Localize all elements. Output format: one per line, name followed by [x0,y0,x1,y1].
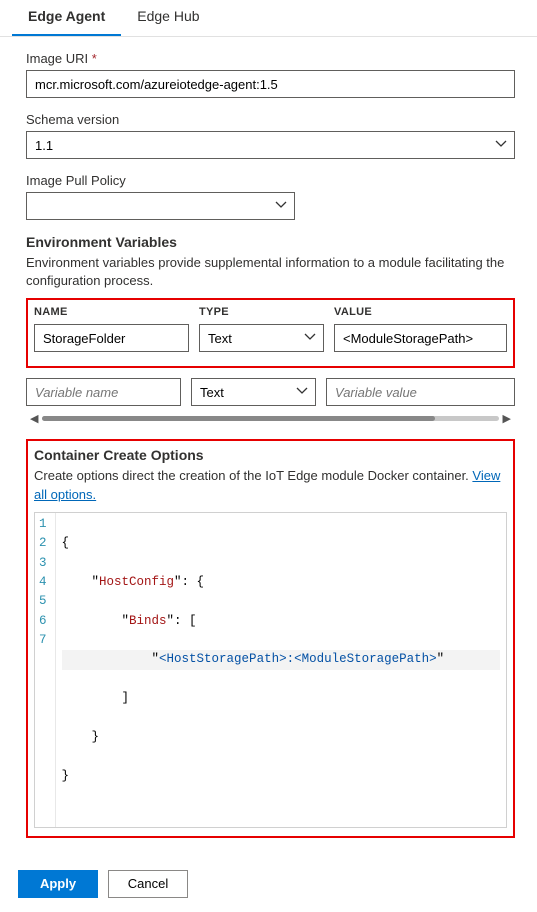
create-options-heading: Container Create Options [34,447,507,463]
env-row-blank [26,378,515,406]
env-name-input[interactable] [34,324,189,352]
schema-version-label: Schema version [26,112,515,127]
cancel-button[interactable]: Cancel [108,870,188,898]
env-vars-heading: Environment Variables [26,234,515,250]
code-body[interactable]: { "HostConfig": { "Binds": [ "<HostStora… [56,513,506,827]
env-name-input-blank[interactable] [26,378,181,406]
tab-bar: Edge Agent Edge Hub [0,0,537,37]
create-options-desc: Create options direct the creation of th… [34,467,507,503]
code-editor[interactable]: 1234567 { "HostConfig": { "Binds": [ "<H… [34,512,507,828]
env-vars-highlight: NAME TYPE VALUE [26,298,515,368]
image-uri-label: Image URI * [26,51,515,66]
footer-buttons: Apply Cancel [0,860,537,912]
create-options-highlight: Container Create Options Create options … [26,439,515,837]
tab-edge-hub[interactable]: Edge Hub [121,0,215,36]
image-pull-policy-label: Image Pull Policy [26,173,515,188]
horizontal-scrollbar[interactable]: ◀ ▶ [26,412,515,425]
schema-version-select[interactable] [26,131,515,159]
env-header-type: TYPE [199,306,324,318]
env-header-value: VALUE [334,306,507,318]
env-type-select[interactable] [199,324,324,352]
scroll-left-icon[interactable]: ◀ [26,412,42,425]
env-header-name: NAME [34,306,189,318]
image-uri-input[interactable] [26,70,515,98]
env-value-input[interactable] [334,324,507,352]
env-vars-desc: Environment variables provide supplement… [26,254,515,290]
env-type-select-blank[interactable] [191,378,316,406]
tab-edge-agent[interactable]: Edge Agent [12,0,121,36]
scroll-thumb[interactable] [42,416,434,421]
apply-button[interactable]: Apply [18,870,98,898]
env-row [34,324,507,352]
image-pull-policy-select[interactable] [26,192,295,220]
scroll-right-icon[interactable]: ▶ [499,412,515,425]
code-gutter: 1234567 [35,513,56,827]
env-value-input-blank[interactable] [326,378,515,406]
